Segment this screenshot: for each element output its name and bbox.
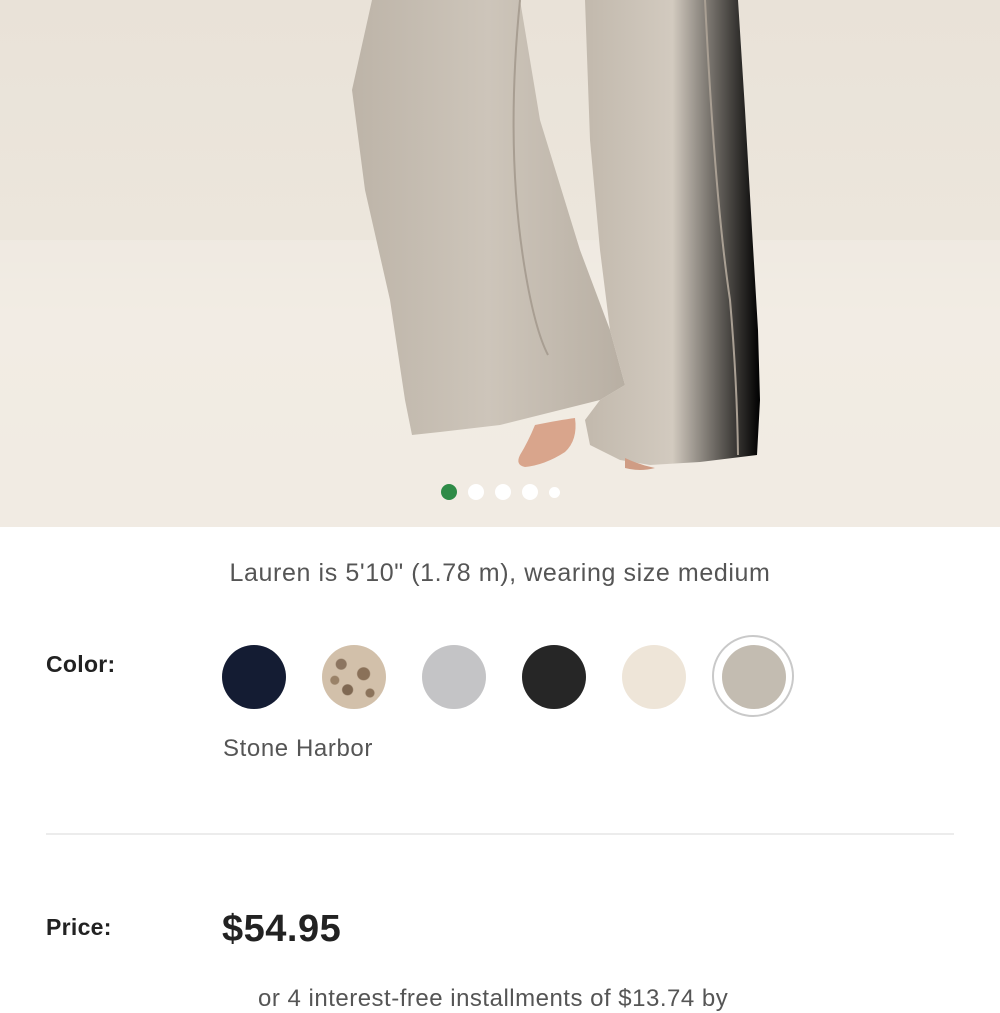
swatch-navy[interactable]	[222, 645, 286, 709]
swatch-stone-harbor[interactable]	[722, 645, 786, 709]
product-image[interactable]	[0, 0, 1000, 527]
selected-color-name: Stone Harbor	[223, 735, 373, 762]
swatch-black[interactable]	[522, 645, 586, 709]
carousel-dot-2[interactable]	[467, 484, 484, 500]
product-photo-illustration	[0, 0, 1000, 527]
section-divider	[46, 833, 954, 835]
carousel-dot-5[interactable]	[548, 486, 560, 498]
carousel-dot-1[interactable]	[440, 484, 457, 500]
price-value: $54.95	[222, 908, 342, 950]
swatch-leopard[interactable]	[322, 645, 386, 709]
carousel-dot-4[interactable]	[521, 484, 538, 500]
carousel-dot-3[interactable]	[494, 484, 511, 500]
image-carousel-dots	[0, 482, 1000, 502]
swatch-cream[interactable]	[622, 645, 686, 709]
installment-text: or 4 interest-free installments of $13.7…	[258, 985, 729, 1012]
swatch-heather-gray[interactable]	[422, 645, 486, 709]
model-size-caption: Lauren is 5'10" (1.78 m), wearing size m…	[229, 559, 771, 587]
color-label: Color:	[46, 651, 116, 677]
price-label: Price:	[46, 914, 112, 940]
